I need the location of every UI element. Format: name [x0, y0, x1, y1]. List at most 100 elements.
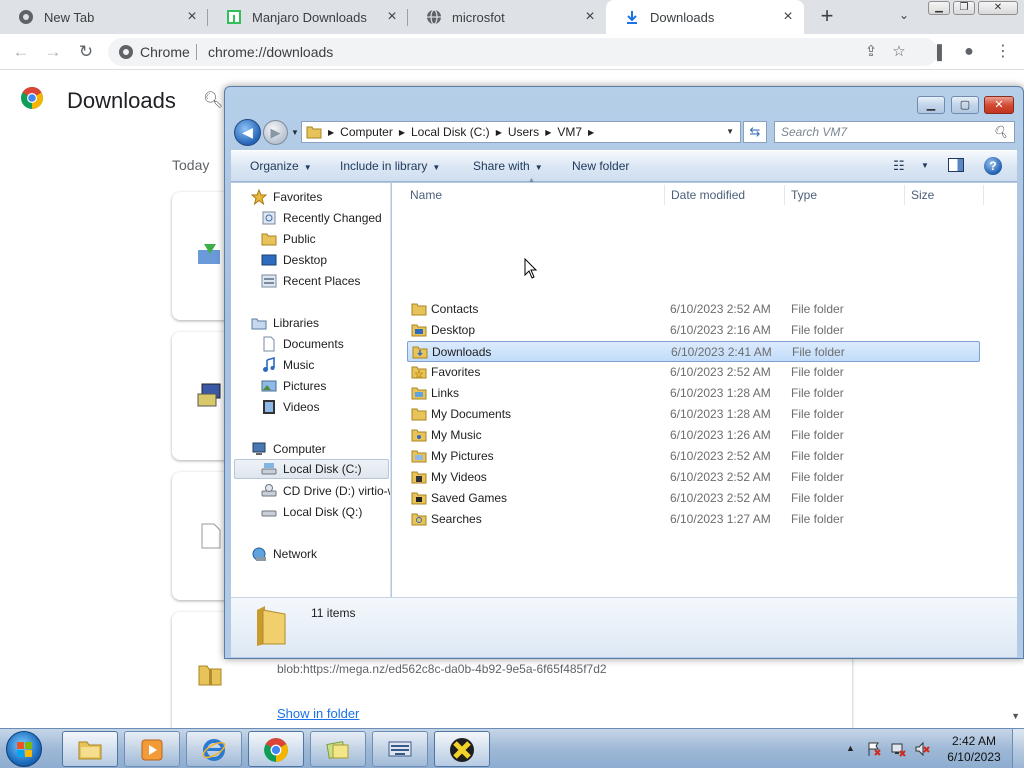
file-row[interactable]: Favorites 6/10/2023 2:52 AM File folder — [407, 362, 980, 383]
volume-muted-icon[interactable] — [914, 741, 930, 757]
explorer-address-bar[interactable]: ▶ Computer ▶ Local Disk (C:) ▶ Users ▶ V… — [301, 121, 741, 143]
star-icon[interactable]: ☆ — [888, 41, 910, 63]
nav-music[interactable]: Music — [261, 355, 314, 375]
close-icon[interactable]: × — [582, 9, 598, 25]
file-row[interactable]: Searches 6/10/2023 1:27 AM File folder — [407, 509, 980, 530]
start-button[interactable] — [6, 731, 42, 767]
breadcrumb-users[interactable]: Users — [508, 125, 539, 139]
kebab-menu-icon[interactable]: ⋮ — [992, 41, 1014, 63]
share-icon[interactable]: ⇪ — [860, 41, 882, 63]
file-row[interactable]: My Pictures 6/10/2023 2:52 AM File folde… — [407, 446, 980, 467]
nav-public[interactable]: Public — [261, 229, 316, 249]
reload-icon[interactable]: ↻ — [75, 41, 97, 63]
scroll-down-arrow-icon[interactable]: ▼ — [1011, 711, 1020, 721]
file-row[interactable]: Saved Games 6/10/2023 2:52 AM File folde… — [407, 488, 980, 509]
file-row[interactable]: Desktop 6/10/2023 2:16 AM File folder — [407, 320, 980, 341]
nav-favorites[interactable]: Favorites — [251, 187, 322, 207]
column-divider[interactable] — [983, 185, 984, 205]
breadcrumb-arrow-icon[interactable]: ▶ — [496, 128, 502, 137]
forward-arrow-icon[interactable]: → — [42, 41, 64, 63]
file-row[interactable]: My Documents 6/10/2023 1:28 AM File fold… — [407, 404, 980, 425]
breadcrumb-arrow-icon[interactable]: ▶ — [328, 128, 334, 137]
show-desktop-button[interactable] — [1012, 729, 1024, 768]
nav-recently-changed[interactable]: Recently Changed — [261, 208, 382, 228]
column-header-type[interactable]: Type — [791, 183, 817, 207]
tab-manjaro-downloads[interactable]: Manjaro Downloads × — [208, 0, 408, 34]
tab-search-chevron-icon[interactable]: ⌄ — [895, 8, 913, 26]
search-icon[interactable]: 🔍︎ — [203, 90, 223, 110]
new-tab-button[interactable]: + — [815, 5, 839, 29]
preview-pane-icon[interactable] — [948, 158, 964, 172]
breadcrumb-local-disk[interactable]: Local Disk (C:) — [411, 125, 490, 139]
show-in-folder-link[interactable]: Show in folder — [277, 706, 359, 721]
breadcrumb-arrow-icon[interactable]: ▶ — [399, 128, 405, 137]
forward-button[interactable]: ▶ — [263, 120, 288, 145]
breadcrumb-vm7[interactable]: VM7 — [557, 125, 582, 139]
include-in-library-button[interactable]: Include in library ▼ — [340, 159, 440, 173]
search-icon[interactable]: 🔍︎ — [993, 125, 1008, 139]
tab-new-tab[interactable]: New Tab × — [0, 0, 208, 34]
column-header-date[interactable]: Date modified — [671, 183, 745, 207]
file-row[interactable]: My Music 6/10/2023 1:26 AM File folder — [407, 425, 980, 446]
column-divider[interactable] — [664, 185, 665, 205]
column-divider[interactable] — [784, 185, 785, 205]
taskbar-chrome-button[interactable] — [248, 731, 304, 767]
breadcrumb-arrow-icon[interactable]: ▶ — [588, 128, 594, 137]
tab-microsfot[interactable]: microsfot × — [408, 0, 606, 34]
nav-documents[interactable]: Documents — [261, 334, 344, 354]
nav-cd-drive[interactable]: CD Drive (D:) virtio-w — [261, 481, 390, 501]
profile-avatar-icon[interactable]: ● — [958, 41, 980, 63]
back-arrow-icon[interactable]: ← — [10, 41, 32, 63]
file-row[interactable]: Contacts 6/10/2023 2:52 AM File folder — [407, 299, 980, 320]
breadcrumb-arrow-icon[interactable]: ▶ — [545, 128, 551, 137]
omnibox-url[interactable]: chrome://downloads — [208, 44, 333, 60]
address-bar[interactable]: Chrome chrome://downloads ⇪ ☆ — [108, 38, 938, 66]
close-icon[interactable]: × — [184, 9, 200, 25]
nav-network[interactable]: Network — [251, 544, 317, 564]
nav-pictures[interactable]: Pictures — [261, 376, 326, 396]
taskbar-sticky-notes-button[interactable] — [310, 731, 366, 767]
file-row-selected[interactable]: Downloads 6/10/2023 2:41 AM File folder — [407, 341, 980, 362]
nav-recent-places[interactable]: Recent Places — [261, 271, 360, 291]
new-folder-button[interactable]: New folder — [572, 159, 629, 173]
organize-button[interactable]: Organize ▼ — [250, 159, 312, 173]
nav-computer[interactable]: Computer — [251, 439, 326, 459]
search-input[interactable]: Search VM7 🔍︎ — [774, 121, 1015, 143]
nav-desktop[interactable]: Desktop — [261, 250, 327, 270]
column-header-name[interactable]: Name — [410, 183, 442, 207]
close-button[interactable]: ✕ — [984, 96, 1014, 114]
view-options-icon[interactable]: ☷ — [893, 158, 905, 174]
help-icon[interactable]: ? — [984, 157, 1002, 175]
clock-time[interactable]: 2:42 AM — [944, 734, 1004, 748]
nav-local-disk-q[interactable]: Local Disk (Q:) — [261, 502, 362, 522]
nav-libraries[interactable]: Libraries — [251, 313, 319, 333]
minimize-button[interactable]: ▁ — [928, 1, 950, 15]
file-row[interactable]: Links 6/10/2023 1:28 AM File folder — [407, 383, 980, 404]
recent-pages-dropdown-icon[interactable]: ▼ — [291, 128, 299, 137]
chevron-down-icon[interactable]: ▼ — [921, 161, 929, 170]
tab-downloads[interactable]: Downloads × — [606, 0, 804, 34]
clock-date[interactable]: 6/10/2023 — [944, 750, 1004, 764]
restore-button[interactable]: ❐ — [953, 1, 975, 15]
nav-local-disk-c[interactable]: Local Disk (C:) — [234, 459, 389, 479]
column-header-size[interactable]: Size — [911, 183, 934, 207]
refresh-icon[interactable]: ⇆ — [743, 121, 767, 143]
side-panel-icon[interactable]: ▐ — [926, 41, 948, 63]
action-center-flag-icon[interactable] — [866, 741, 882, 757]
minimize-button[interactable]: ▁ — [917, 96, 945, 114]
close-window-button[interactable]: ✕ — [978, 1, 1018, 15]
taskbar-media-player-button[interactable] — [124, 731, 180, 767]
show-hidden-icons-icon[interactable]: ▲ — [846, 743, 855, 753]
taskbar-explorer-button[interactable] — [62, 731, 118, 767]
back-button[interactable]: ◀ — [234, 119, 261, 146]
close-icon[interactable]: × — [384, 9, 400, 25]
breadcrumb-computer[interactable]: Computer — [340, 125, 393, 139]
network-tray-icon[interactable] — [890, 741, 906, 757]
taskbar-onscreen-keyboard-button[interactable] — [372, 731, 428, 767]
file-row[interactable]: My Videos 6/10/2023 2:52 AM File folder — [407, 467, 980, 488]
taskbar-ie-button[interactable] — [186, 731, 242, 767]
address-dropdown-icon[interactable]: ▼ — [726, 127, 734, 136]
nav-videos[interactable]: Videos — [261, 397, 319, 417]
maximize-button[interactable]: ▢ — [951, 96, 979, 114]
column-divider[interactable] — [904, 185, 905, 205]
